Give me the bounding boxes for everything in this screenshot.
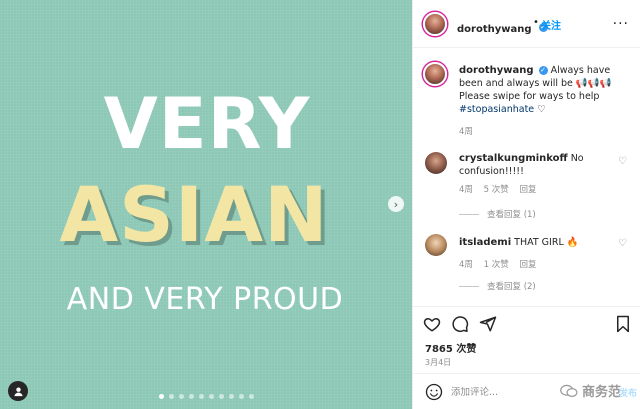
comment-likes[interactable]: 5 次赞 bbox=[484, 185, 509, 195]
header-separator: • bbox=[533, 17, 539, 28]
comment-text-block: crystalkungminkoff No confusion!!!!! 4周 … bbox=[459, 152, 624, 197]
watermark: 商务范 bbox=[560, 381, 621, 400]
post-side-panel: dorothywang ✓ • 关注 ... dorothywang ✓ Alw… bbox=[412, 0, 640, 409]
replies-divider bbox=[459, 285, 479, 287]
comment-bubble-icon[interactable] bbox=[451, 315, 469, 333]
user-icon bbox=[13, 386, 23, 396]
comment-like-heart-icon[interactable]: ♡ bbox=[618, 156, 627, 167]
more-options-icon[interactable]: ... bbox=[613, 12, 629, 28]
comment-text-block: itslademi THAT GIRL 🔥 4周 1 次赞 回复 bbox=[459, 236, 624, 272]
view-replies-label: 查看回复 (2) bbox=[487, 282, 536, 292]
post-text-proud: AND VERY PROUD bbox=[66, 282, 344, 317]
emoji-smiley-icon[interactable] bbox=[425, 383, 443, 401]
chevron-right-icon: › bbox=[393, 197, 399, 211]
avatar[interactable] bbox=[423, 12, 447, 36]
tagged-user-button[interactable] bbox=[8, 381, 28, 401]
comment-username[interactable]: itslademi bbox=[459, 237, 511, 248]
bookmark-icon[interactable] bbox=[615, 315, 631, 333]
watermark-text: 商务范 bbox=[581, 385, 621, 400]
carousel-dot bbox=[218, 394, 224, 399]
avatar[interactable] bbox=[425, 152, 447, 174]
comment-like-heart-icon[interactable]: ♡ bbox=[618, 238, 627, 249]
post-text-very: VERY bbox=[103, 83, 311, 165]
carousel-next-button[interactable]: › bbox=[388, 196, 404, 212]
comment-time[interactable]: 4周 bbox=[459, 185, 473, 195]
comment-likes[interactable]: 1 次赞 bbox=[484, 260, 509, 270]
comment-input[interactable] bbox=[451, 384, 561, 400]
carousel-dot bbox=[188, 394, 194, 399]
post-date[interactable]: 3月4日 bbox=[425, 357, 451, 368]
likes-count[interactable]: 7865 次赞 bbox=[425, 340, 476, 355]
reply-button[interactable]: 回复 bbox=[519, 260, 536, 270]
carousel-indicator bbox=[0, 394, 412, 399]
post-text-asian: ASIAN bbox=[59, 170, 329, 259]
comment-time[interactable]: 4周 bbox=[459, 260, 473, 270]
reply-button[interactable]: 回复 bbox=[519, 185, 536, 195]
replies-divider bbox=[459, 213, 479, 215]
comment-text: THAT GIRL 🔥 bbox=[514, 237, 579, 248]
caption-username[interactable]: dorothywang bbox=[459, 65, 534, 76]
carousel-dot bbox=[158, 394, 164, 399]
header-username[interactable]: dorothywang bbox=[457, 24, 532, 35]
wechat-logo-icon bbox=[560, 384, 578, 397]
carousel-dot bbox=[228, 394, 234, 399]
follow-button[interactable]: 关注 bbox=[541, 17, 561, 32]
carousel-dot bbox=[248, 394, 254, 399]
caption-text-block: dorothywang ✓ Always have been and alway… bbox=[459, 64, 624, 139]
verified-badge-icon: ✓ bbox=[538, 66, 548, 75]
hashtag-link[interactable]: #stopasianhate bbox=[459, 104, 534, 115]
view-replies-button[interactable]: 查看回复 (1) bbox=[459, 208, 536, 220]
caption-time[interactable]: 4周 bbox=[459, 127, 473, 137]
share-send-icon[interactable] bbox=[479, 315, 497, 333]
post-header: dorothywang ✓ • 关注 ... bbox=[413, 0, 640, 48]
avatar[interactable] bbox=[425, 234, 447, 256]
like-heart-icon[interactable] bbox=[423, 315, 441, 333]
comment-username[interactable]: crystalkungminkoff bbox=[459, 153, 568, 164]
carousel-dot bbox=[168, 394, 174, 399]
heart-emoji-icon: ♡ bbox=[537, 104, 546, 115]
carousel-dot bbox=[198, 394, 204, 399]
post-comment-button[interactable]: 发布 bbox=[619, 386, 637, 399]
view-replies-button[interactable]: 查看回复 (2) bbox=[459, 280, 536, 292]
comment-box: 商务范 发布 bbox=[413, 373, 640, 409]
carousel-dot bbox=[178, 394, 184, 399]
view-replies-label: 查看回复 (1) bbox=[487, 210, 536, 220]
post-image[interactable]: VERY ASIAN AND VERY PROUD › bbox=[0, 0, 412, 409]
post-actions: 7865 次赞 3月4日 bbox=[413, 306, 640, 382]
avatar[interactable] bbox=[423, 62, 447, 86]
carousel-dot bbox=[208, 394, 214, 399]
carousel-dot bbox=[238, 394, 244, 399]
